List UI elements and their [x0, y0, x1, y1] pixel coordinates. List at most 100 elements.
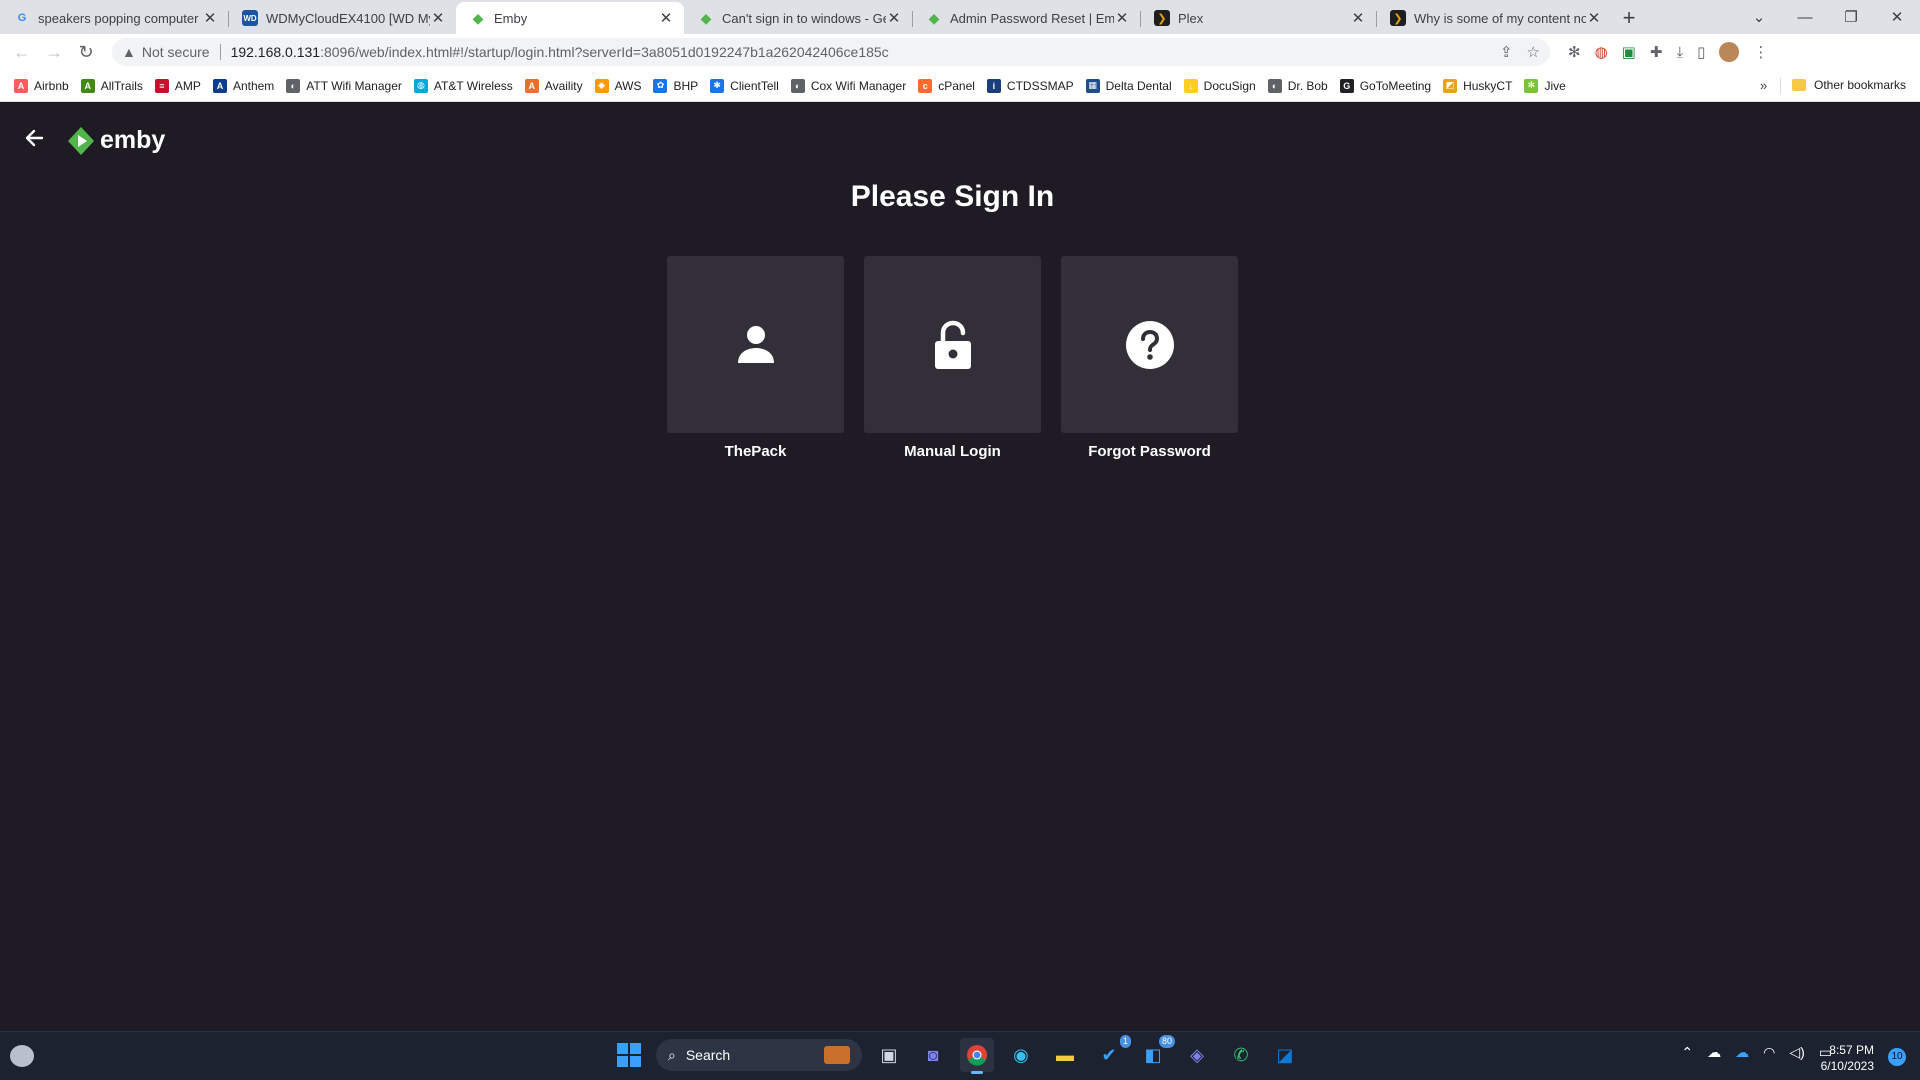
onedrive-personal-icon[interactable]: ☁: [1707, 1044, 1721, 1061]
card-label: Forgot Password: [1088, 443, 1211, 460]
bookmark-favicon-icon: A: [524, 78, 539, 93]
back-arrow-button[interactable]: [24, 128, 44, 153]
close-tab-icon[interactable]: ✕: [430, 9, 446, 27]
bookmark-item[interactable]: ◐ Dr. Bob: [1267, 78, 1328, 93]
teams-badge: 80: [1157, 1034, 1176, 1049]
onedrive-business-icon[interactable]: ☁: [1735, 1044, 1749, 1061]
bookmark-star-icon[interactable]: ☆: [1527, 43, 1540, 61]
download-icon[interactable]: ⤓: [1676, 44, 1683, 61]
browser-tab[interactable]: WD WDMyCloudEX4100 [WD My Cl ✕: [228, 2, 456, 34]
browser-tab[interactable]: ◆ Admin Password Reset | Emby D ✕: [912, 2, 1140, 34]
browser-tab[interactable]: G speakers popping computer - G ✕: [0, 2, 228, 34]
teams-meet-icon[interactable]: ◙: [916, 1038, 950, 1072]
close-tab-icon[interactable]: ✕: [1114, 9, 1130, 27]
task-view-icon[interactable]: ▣: [872, 1038, 906, 1072]
notification-badge[interactable]: 10: [1888, 1048, 1906, 1066]
browser-tab[interactable]: ◆ Can't sign in to windows - Gene ✕: [684, 2, 912, 34]
bookmarks-divider: [1780, 78, 1781, 94]
weather-widget-icon[interactable]: [10, 1045, 34, 1067]
volume-icon[interactable]: ◁): [1789, 1044, 1804, 1061]
extension-red-icon[interactable]: ◍: [1595, 43, 1608, 61]
close-tab-icon[interactable]: ✕: [886, 9, 902, 27]
todo-badge: 1: [1118, 1034, 1132, 1049]
browser-menu-icon[interactable]: ⋮: [1753, 43, 1768, 61]
side-panel-icon[interactable]: ▯: [1697, 43, 1705, 61]
bookmark-item[interactable]: ◍ AT&T Wireless: [413, 78, 513, 93]
new-tab-button[interactable]: +: [1612, 2, 1646, 34]
bookmark-item[interactable]: ◩ HuskyCT: [1443, 78, 1513, 93]
bookmark-item[interactable]: A AllTrails: [80, 78, 143, 93]
bookmark-item[interactable]: i CTDSSMAP: [986, 78, 1074, 93]
other-bookmarks-folder[interactable]: Other bookmarks: [1792, 78, 1906, 92]
tab-search-icon[interactable]: ⌄: [1736, 8, 1782, 26]
todo-icon[interactable]: ✔ 1: [1092, 1034, 1132, 1072]
bookmark-item[interactable]: ◐ ATT Wifi Manager: [286, 78, 402, 93]
card-label: Manual Login: [904, 443, 1001, 460]
forgot-password-card[interactable]: Forgot Password: [1061, 256, 1238, 460]
bookmark-item[interactable]: ▦ Delta Dental: [1085, 78, 1172, 93]
bookmark-item[interactable]: ≡ AMP: [154, 78, 201, 93]
teams-classic-icon[interactable]: ◈: [1180, 1038, 1214, 1072]
bookmark-item[interactable]: ✿ BHP: [653, 78, 698, 93]
forward-icon[interactable]: →: [38, 42, 70, 63]
extension-snowflake-icon[interactable]: ✻: [1568, 43, 1581, 61]
card-image[interactable]: [667, 256, 844, 433]
bookmark-item[interactable]: c cPanel: [918, 78, 975, 93]
wifi-icon[interactable]: ◠: [1763, 1044, 1775, 1061]
bookmark-item[interactable]: ✱ ClientTell: [710, 78, 779, 93]
taskbar-clock[interactable]: 8:57 PM 6/10/2023: [1821, 1042, 1874, 1074]
outlook-icon[interactable]: ◪: [1268, 1038, 1302, 1072]
warning-icon: ▲: [122, 44, 136, 60]
bookmark-favicon-icon: ✻: [1524, 78, 1539, 93]
bookmark-label: Delta Dental: [1105, 78, 1172, 93]
extension-green-icon[interactable]: ▣: [1622, 43, 1636, 61]
restore-icon[interactable]: ❐: [1828, 8, 1874, 26]
user-card-thepack[interactable]: ThePack: [667, 256, 844, 460]
windows-taskbar: ⌕ Search ▣ ◙ ◉ ▬ ✔ 1 ◧ 80 ◈ ✆ ◪ ⌃ ☁ ☁ ◠ ◁)…: [0, 1031, 1920, 1080]
browser-tab[interactable]: ❯ Why is some of my content not ✕: [1376, 2, 1612, 34]
bookmark-item[interactable]: G GoToMeeting: [1339, 78, 1432, 93]
file-explorer-icon[interactable]: ▬: [1048, 1038, 1082, 1072]
bookmarks-overflow-icon[interactable]: »: [1760, 78, 1767, 93]
chrome-icon[interactable]: [960, 1038, 994, 1074]
card-image[interactable]: [864, 256, 1041, 433]
bookmark-favicon-icon: ▦: [1085, 78, 1100, 93]
back-icon[interactable]: ←: [6, 42, 38, 63]
bookmark-item[interactable]: ◐ Cox Wifi Manager: [790, 78, 906, 93]
close-tab-icon[interactable]: ✕: [202, 9, 218, 27]
emby-logo[interactable]: emby: [68, 126, 165, 155]
reload-icon[interactable]: ↻: [70, 42, 102, 63]
bookmark-item[interactable]: A Availity: [524, 78, 583, 93]
bookmark-favicon-icon: ✿: [653, 78, 668, 93]
manual-login-card[interactable]: Manual Login: [864, 256, 1041, 460]
profile-avatar[interactable]: [1719, 42, 1740, 62]
search-highlight-image: [824, 1046, 850, 1064]
bookmark-item[interactable]: ✻ Jive: [1524, 78, 1566, 93]
bookmark-label: GoToMeeting: [1359, 78, 1432, 93]
bookmark-item[interactable]: A Anthem: [212, 78, 274, 93]
bookmark-item[interactable]: ↓ DocuSign: [1183, 78, 1256, 93]
bookmark-item[interactable]: A Airbnb: [14, 78, 69, 93]
edge-icon[interactable]: ◉: [1004, 1038, 1038, 1072]
bookmark-favicon-icon: A: [14, 78, 28, 93]
bookmark-label: HuskyCT: [1463, 78, 1513, 93]
chevron-up-icon[interactable]: ⌃: [1681, 1044, 1693, 1061]
start-button[interactable]: [612, 1038, 646, 1072]
browser-tab[interactable]: ❯ Plex ✕: [1140, 2, 1376, 34]
close-window-icon[interactable]: ✕: [1874, 8, 1920, 26]
taskbar-search[interactable]: ⌕ Search: [656, 1039, 862, 1071]
bookmark-label: Availity: [544, 78, 583, 93]
share-icon[interactable]: ⇪: [1500, 43, 1513, 61]
minimize-icon[interactable]: —: [1782, 9, 1828, 26]
browser-tab-active[interactable]: ◆ Emby ✕: [456, 2, 684, 34]
help-icon: [1125, 320, 1174, 369]
card-image[interactable]: [1061, 256, 1238, 433]
address-bar[interactable]: ▲ Not secure 192.168.0.131:8096/web/inde…: [112, 38, 1550, 66]
close-tab-icon[interactable]: ✕: [1586, 9, 1602, 27]
teams-icon[interactable]: ◧ 80: [1136, 1034, 1176, 1072]
extensions-puzzle-icon[interactable]: ✚: [1650, 43, 1663, 61]
phone-icon[interactable]: ✆: [1224, 1038, 1258, 1072]
bookmark-item[interactable]: ◆ AWS: [594, 78, 641, 93]
close-tab-icon[interactable]: ✕: [658, 9, 674, 27]
close-tab-icon[interactable]: ✕: [1350, 9, 1366, 27]
